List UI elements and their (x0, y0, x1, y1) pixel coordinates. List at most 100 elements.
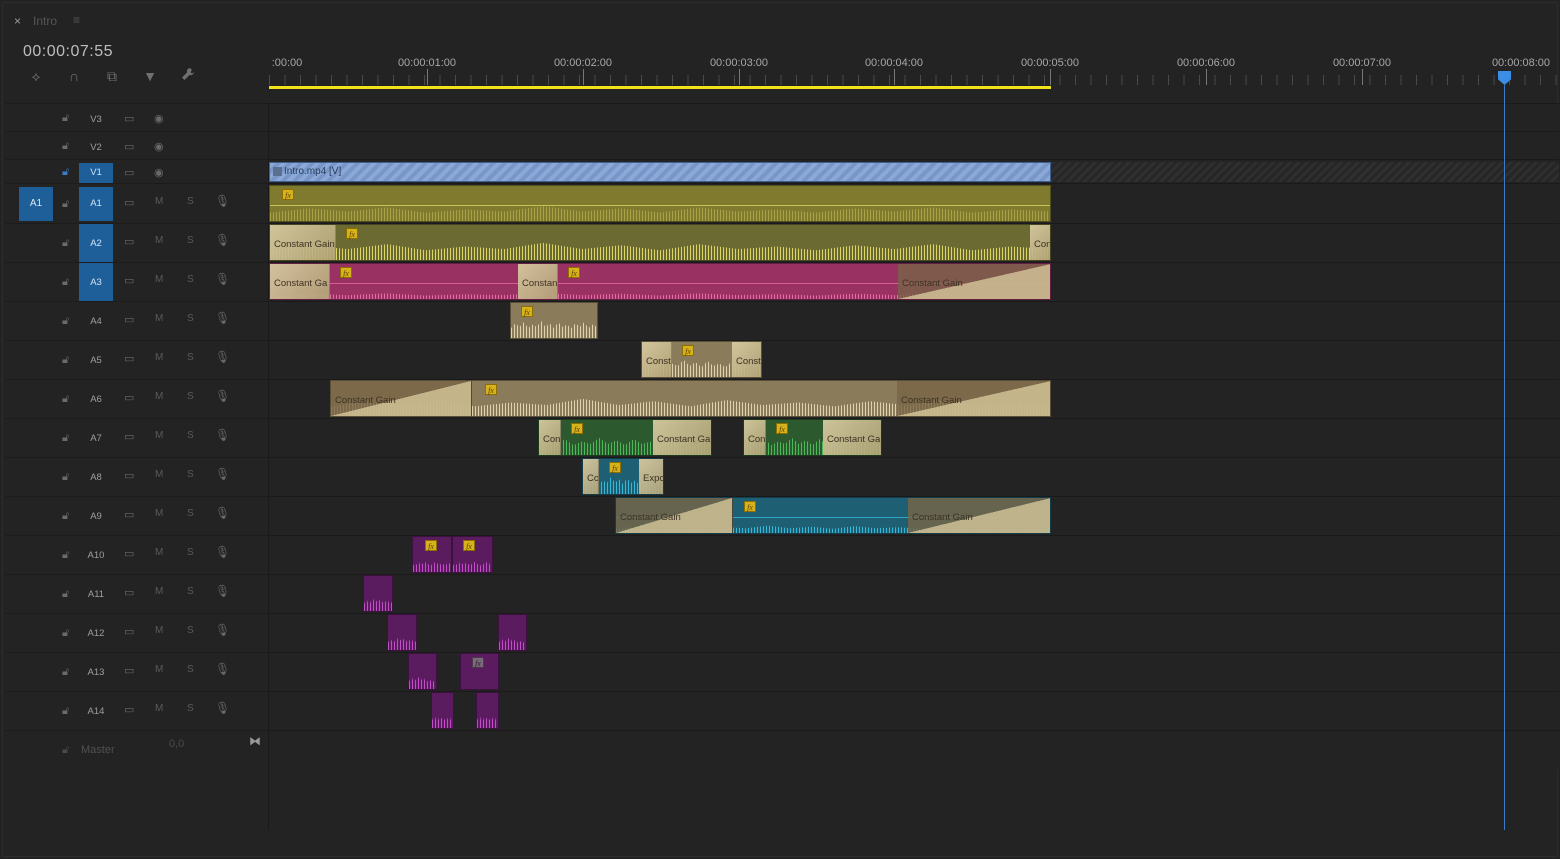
lock-icon[interactable]: 🔓︎ (62, 140, 74, 152)
transition-constant-gain[interactable]: Consta (732, 342, 761, 377)
sync-lock-icon[interactable]: ▭ (124, 625, 134, 638)
audio-clip-a9[interactable]: Constant Gain fx Constant Gain (615, 497, 1051, 534)
fx-badge[interactable]: fx (463, 540, 475, 551)
mute-button[interactable]: M (155, 625, 163, 636)
track-name[interactable]: A3 (79, 263, 113, 302)
transition-constant-gain[interactable]: Constant Gain (616, 498, 733, 533)
magnet-icon[interactable]: ∩ (65, 67, 83, 85)
solo-button[interactable]: S (187, 430, 194, 441)
wrench-icon[interactable] (179, 67, 197, 85)
audio-clip-a12-1[interactable] (387, 614, 417, 651)
voiceover-mic-icon[interactable]: 🎙︎ (215, 194, 230, 208)
audio-clip-a3[interactable]: Constant Ga fx Constan fx Constant Gain (269, 263, 1051, 300)
mute-button[interactable]: M (155, 664, 163, 675)
lane-a14[interactable] (269, 691, 1559, 730)
transition-constant-gain[interactable]: Constant Gain (897, 381, 1050, 416)
panel-menu-icon[interactable]: ≡ (73, 13, 80, 27)
lock-icon[interactable]: 🔓︎ (62, 744, 74, 756)
solo-button[interactable]: S (187, 664, 194, 675)
voiceover-mic-icon[interactable]: 🎙︎ (215, 467, 230, 481)
track-header-a4[interactable]: 🔓︎ A4 ▭ M S 🎙︎ (5, 301, 269, 340)
sync-lock-icon[interactable]: ▭ (124, 166, 134, 179)
sync-lock-icon[interactable]: ▭ (124, 430, 134, 443)
track-header-a2[interactable]: 🔓︎ A2 ▭ M S 🎙︎ (5, 223, 269, 263)
sync-lock-icon[interactable]: ▭ (124, 313, 134, 326)
track-header-master[interactable]: 🔓︎ Master 0,0 ⧓ (5, 730, 269, 770)
audio-clip-a13-1[interactable] (408, 653, 437, 690)
fx-badge[interactable]: fx (472, 657, 484, 668)
track-header-a5[interactable]: 🔓︎ A5 ▭ M S 🎙︎ (5, 340, 269, 379)
track-header-a8[interactable]: 🔓︎ A8 ▭ M S 🎙︎ (5, 457, 269, 496)
track-header-a9[interactable]: 🔓︎ A9 ▭ M S 🎙︎ (5, 496, 269, 535)
transition-constant-gain[interactable]: Co (583, 459, 599, 494)
mute-button[interactable]: M (155, 547, 163, 558)
eye-icon[interactable]: ◉ (154, 140, 164, 153)
solo-button[interactable]: S (187, 313, 194, 324)
fx-badge[interactable]: fx (282, 189, 294, 200)
lock-icon[interactable]: 🔓︎ (62, 166, 74, 178)
voiceover-mic-icon[interactable]: 🎙︎ (215, 701, 230, 715)
audio-clip-a11[interactable] (363, 575, 393, 612)
solo-button[interactable]: S (187, 235, 194, 246)
lock-icon[interactable]: 🔓︎ (62, 510, 74, 522)
voiceover-mic-icon[interactable]: 🎙︎ (215, 506, 230, 520)
lock-icon[interactable]: 🔓︎ (62, 354, 74, 366)
voiceover-mic-icon[interactable]: 🎙︎ (215, 311, 230, 325)
mute-button[interactable]: M (155, 352, 163, 363)
sync-lock-icon[interactable]: ▭ (124, 469, 134, 482)
audio-clip-a1[interactable]: fx (269, 185, 1051, 222)
fx-badge[interactable]: fx (776, 423, 788, 434)
transition-constant-gain[interactable]: Constant Ga (823, 420, 881, 455)
voiceover-mic-icon[interactable]: 🎙︎ (215, 584, 230, 598)
sync-lock-icon[interactable]: ▭ (124, 547, 134, 560)
sync-lock-icon[interactable]: ▭ (124, 391, 134, 404)
sync-lock-icon[interactable]: ▭ (124, 586, 134, 599)
transition-constant-gain[interactable]: Constant Gain (331, 381, 472, 416)
track-header-v3[interactable]: 🔓︎ V3 ▭ ◉ (5, 103, 269, 131)
solo-button[interactable]: S (187, 469, 194, 480)
lock-icon[interactable]: 🔓︎ (62, 432, 74, 444)
fx-badge[interactable]: fx (521, 306, 533, 317)
voiceover-mic-icon[interactable]: 🎙︎ (215, 389, 230, 403)
lock-icon[interactable]: 🔓︎ (62, 549, 74, 561)
solo-button[interactable]: S (187, 625, 194, 636)
lane-a12[interactable] (269, 613, 1559, 652)
lock-icon[interactable]: 🔓︎ (62, 588, 74, 600)
mute-button[interactable]: M (155, 235, 163, 246)
master-volume-value[interactable]: 0,0 (169, 738, 184, 750)
track-name[interactable]: A2 (79, 224, 113, 263)
audio-clip-a14-2[interactable] (476, 692, 499, 729)
lane-a11[interactable] (269, 574, 1559, 613)
track-header-a10[interactable]: 🔓︎ A10 ▭ M S 🎙︎ (5, 535, 269, 574)
mute-button[interactable]: M (155, 430, 163, 441)
voiceover-mic-icon[interactable]: 🎙︎ (215, 662, 230, 676)
sync-lock-icon[interactable]: ▭ (124, 196, 134, 209)
audio-clip-a7-1[interactable]: Con fx Constant Ga (538, 419, 712, 456)
track-header-a14[interactable]: 🔓︎ A14 ▭ M S 🎙︎ (5, 691, 269, 730)
mute-button[interactable]: M (155, 469, 163, 480)
audio-clip-a14-1[interactable] (431, 692, 454, 729)
lane-a4[interactable] (269, 301, 1559, 340)
transition-exponential-fade[interactable]: Expo (639, 459, 663, 494)
audio-clip-a13-2[interactable]: fx (460, 653, 499, 690)
voiceover-mic-icon[interactable]: 🎙︎ (215, 350, 230, 364)
fx-badge[interactable]: fx (425, 540, 437, 551)
lane-a7[interactable] (269, 418, 1559, 457)
track-name[interactable]: V1 (79, 163, 113, 183)
track-header-a7[interactable]: 🔓︎ A7 ▭ M S 🎙︎ (5, 418, 269, 457)
transition-constant-gain[interactable]: Con (539, 420, 561, 455)
transition-constant-gain[interactable]: Constant Gain (898, 264, 1050, 299)
snap-icon[interactable]: ⟡ (27, 67, 45, 85)
transition-constant-gain[interactable]: Constant Ga (653, 420, 711, 455)
source-patch-a1[interactable]: A1 (19, 187, 53, 221)
audio-clip-a12-2[interactable] (498, 614, 527, 651)
mute-button[interactable]: M (155, 196, 163, 207)
lock-icon[interactable]: 🔓︎ (62, 393, 74, 405)
solo-button[interactable]: S (187, 586, 194, 597)
add-marker-icon[interactable]: ▼ (141, 67, 159, 85)
fx-badge[interactable]: fx (571, 423, 583, 434)
work-area-bar[interactable] (269, 86, 1051, 89)
transition-constant-gain[interactable]: Constan (518, 264, 558, 299)
lock-icon[interactable]: 🔓︎ (62, 471, 74, 483)
sync-lock-icon[interactable]: ▭ (124, 664, 134, 677)
